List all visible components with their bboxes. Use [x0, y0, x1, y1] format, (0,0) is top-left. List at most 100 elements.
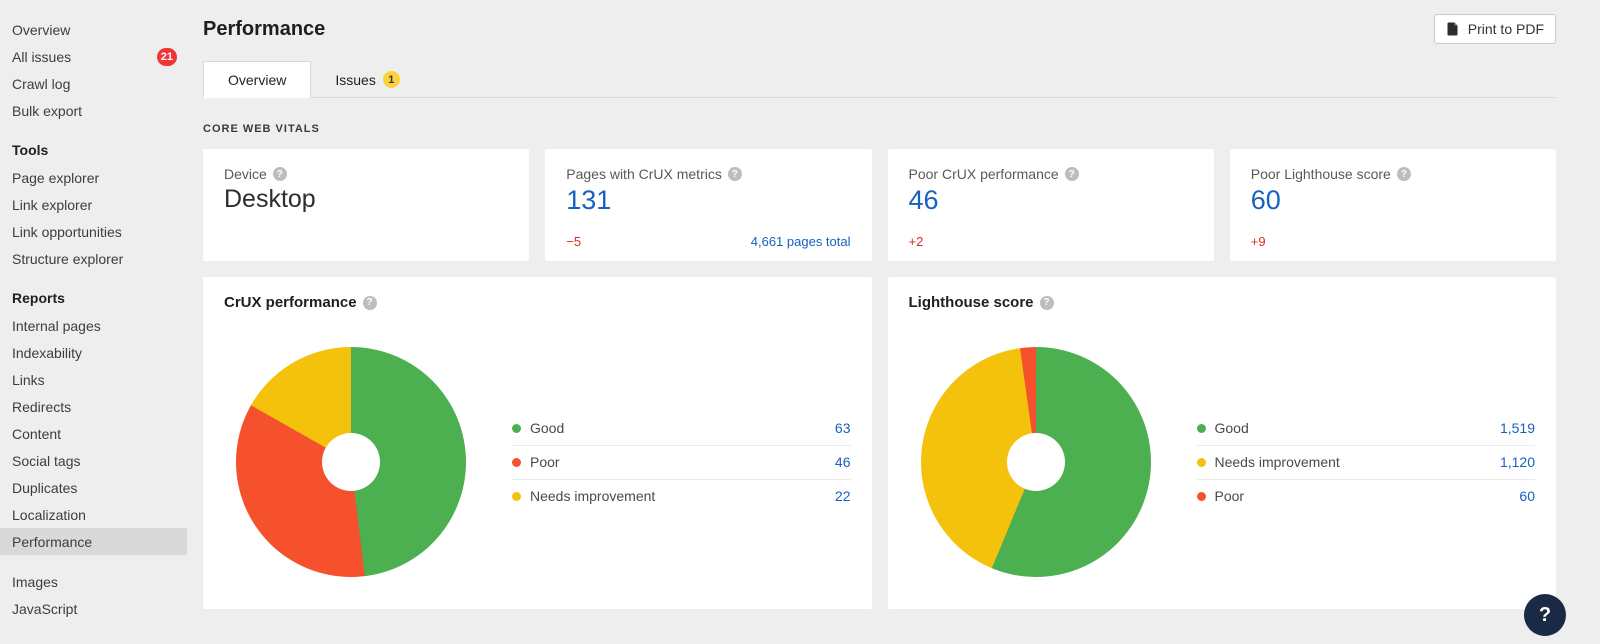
poor-dot-icon — [1197, 492, 1206, 501]
legend-value: 1,519 — [1500, 420, 1535, 436]
sidebar-item-link-opportunities[interactable]: Link opportunities — [0, 218, 187, 245]
poor-lighthouse-value: 60 — [1251, 185, 1535, 216]
sidebar-item-links[interactable]: Links — [0, 366, 187, 393]
stat-card-title-row: Poor CrUX performance ? — [909, 166, 1193, 182]
good-dot-icon — [512, 424, 521, 433]
main-header: Performance Print to PDF — [203, 14, 1556, 44]
chart-title: CrUX performance — [224, 294, 357, 311]
donut-hole — [322, 433, 380, 491]
poor-dot-icon — [512, 458, 521, 467]
print-to-pdf-button[interactable]: Print to PDF — [1434, 14, 1556, 44]
legend-row-poor[interactable]: Poor 46 — [512, 445, 851, 479]
tab-overview[interactable]: Overview — [203, 61, 311, 98]
stat-card-poor-lighthouse: Poor Lighthouse score ? 60 +9 — [1230, 149, 1556, 261]
sidebar-item-images[interactable]: Images — [0, 568, 187, 595]
sidebar: Overview All issues 21 Crawl log Bulk ex… — [0, 0, 187, 644]
sidebar-item-all-issues[interactable]: All issues 21 — [0, 43, 187, 70]
sidebar-item-indexability[interactable]: Indexability — [0, 339, 187, 366]
legend-value: 46 — [835, 454, 851, 470]
chart-title-row: Lighthouse score ? — [909, 294, 1536, 311]
chart-legend: Good 1,519 Needs improvement 1,120 Poor … — [1197, 412, 1536, 513]
legend-row-poor[interactable]: Poor 60 — [1197, 479, 1536, 513]
delta-value: +2 — [909, 234, 924, 249]
sidebar-item-bulk-export[interactable]: Bulk export — [0, 97, 187, 124]
stat-card-footer: −5 4,661 pages total — [566, 234, 850, 249]
sidebar-item-localization[interactable]: Localization — [0, 501, 187, 528]
stat-card-title-row: Pages with CrUX metrics ? — [566, 166, 850, 182]
device-value: Desktop — [224, 185, 508, 214]
poor-crux-value: 46 — [909, 185, 1193, 216]
sidebar-item-crawl-log[interactable]: Crawl log — [0, 70, 187, 97]
help-icon[interactable]: ? — [363, 296, 377, 310]
lighthouse-score-card: Lighthouse score ? Good 1,519 — [888, 277, 1557, 609]
stat-card-poor-crux: Poor CrUX performance ? 46 +2 — [888, 149, 1214, 261]
sidebar-section-reports: Reports — [0, 285, 187, 312]
legend-value: 63 — [835, 420, 851, 436]
stat-card-pages-with-crux: Pages with CrUX metrics ? 131 −5 4,661 p… — [545, 149, 871, 261]
tab-issues[interactable]: Issues 1 — [311, 61, 423, 98]
stat-card-title: Device — [224, 166, 267, 182]
legend-label: Needs improvement — [530, 488, 835, 504]
lighthouse-score-donut — [921, 347, 1151, 577]
sidebar-item-structure-explorer[interactable]: Structure explorer — [0, 245, 187, 272]
sidebar-item-label: All issues — [12, 49, 71, 65]
stat-card-footer: +2 — [909, 234, 1193, 249]
legend-row-needs-improvement[interactable]: Needs improvement 1,120 — [1197, 445, 1536, 479]
pages-total-link[interactable]: 4,661 pages total — [751, 234, 851, 249]
crux-performance-donut — [236, 347, 466, 577]
pages-with-crux-value: 131 — [566, 185, 850, 216]
chart-card-grid: CrUX performance ? Good 63 — [203, 277, 1556, 609]
core-web-vitals-label: CORE WEB VITALS — [203, 123, 1556, 135]
legend-row-needs-improvement[interactable]: Needs improvement 22 — [512, 479, 851, 513]
legend-label: Needs improvement — [1215, 454, 1500, 470]
legend-row-good[interactable]: Good 63 — [512, 412, 851, 445]
legend-value: 22 — [835, 488, 851, 504]
chart-body: Good 1,519 Needs improvement 1,120 Poor … — [909, 311, 1536, 577]
legend-value: 1,120 — [1500, 454, 1535, 470]
page-title: Performance — [203, 18, 325, 41]
stat-card-title-row: Poor Lighthouse score ? — [1251, 166, 1535, 182]
help-icon[interactable]: ? — [1397, 167, 1411, 181]
stat-card-title: Poor Lighthouse score — [1251, 166, 1391, 182]
sidebar-item-performance[interactable]: Performance — [0, 528, 187, 555]
needs-improvement-dot-icon — [512, 492, 521, 501]
sidebar-item-social-tags[interactable]: Social tags — [0, 447, 187, 474]
stat-card-title: Pages with CrUX metrics — [566, 166, 722, 182]
main-content: Performance Print to PDF Overview Issues… — [187, 0, 1600, 644]
crux-performance-card: CrUX performance ? Good 63 — [203, 277, 872, 609]
donut-hole — [1007, 433, 1065, 491]
legend-value: 60 — [1519, 488, 1535, 504]
delta-value: −5 — [566, 234, 581, 249]
legend-label: Good — [1215, 420, 1500, 436]
sidebar-item-link-explorer[interactable]: Link explorer — [0, 191, 187, 218]
tab-bar: Overview Issues 1 — [203, 61, 1556, 98]
tab-issues-label: Issues — [335, 72, 375, 88]
needs-improvement-dot-icon — [1197, 458, 1206, 467]
help-icon[interactable]: ? — [1040, 296, 1054, 310]
sidebar-item-internal-pages[interactable]: Internal pages — [0, 312, 187, 339]
help-icon[interactable]: ? — [273, 167, 287, 181]
chart-title-row: CrUX performance ? — [224, 294, 851, 311]
stat-card-device: Device ? Desktop — [203, 149, 529, 261]
sidebar-item-content[interactable]: Content — [0, 420, 187, 447]
help-fab-button[interactable]: ? — [1524, 594, 1566, 636]
chart-title: Lighthouse score — [909, 294, 1034, 311]
chart-body: Good 63 Poor 46 Needs improvement 22 — [224, 311, 851, 577]
sidebar-item-redirects[interactable]: Redirects — [0, 393, 187, 420]
sidebar-item-page-explorer[interactable]: Page explorer — [0, 164, 187, 191]
help-icon[interactable]: ? — [1065, 167, 1079, 181]
chart-legend: Good 63 Poor 46 Needs improvement 22 — [512, 412, 851, 513]
all-issues-count-badge: 21 — [157, 48, 177, 66]
app-root: Overview All issues 21 Crawl log Bulk ex… — [0, 0, 1600, 644]
legend-label: Good — [530, 420, 835, 436]
good-dot-icon — [1197, 424, 1206, 433]
pdf-file-icon — [1446, 22, 1460, 36]
sidebar-item-duplicates[interactable]: Duplicates — [0, 474, 187, 501]
issues-count-badge: 1 — [383, 71, 400, 88]
help-icon[interactable]: ? — [728, 167, 742, 181]
sidebar-item-javascript[interactable]: JavaScript — [0, 595, 187, 622]
legend-row-good[interactable]: Good 1,519 — [1197, 412, 1536, 445]
sidebar-item-overview[interactable]: Overview — [0, 16, 187, 43]
legend-label: Poor — [530, 454, 835, 470]
stat-card-title-row: Device ? — [224, 166, 508, 182]
